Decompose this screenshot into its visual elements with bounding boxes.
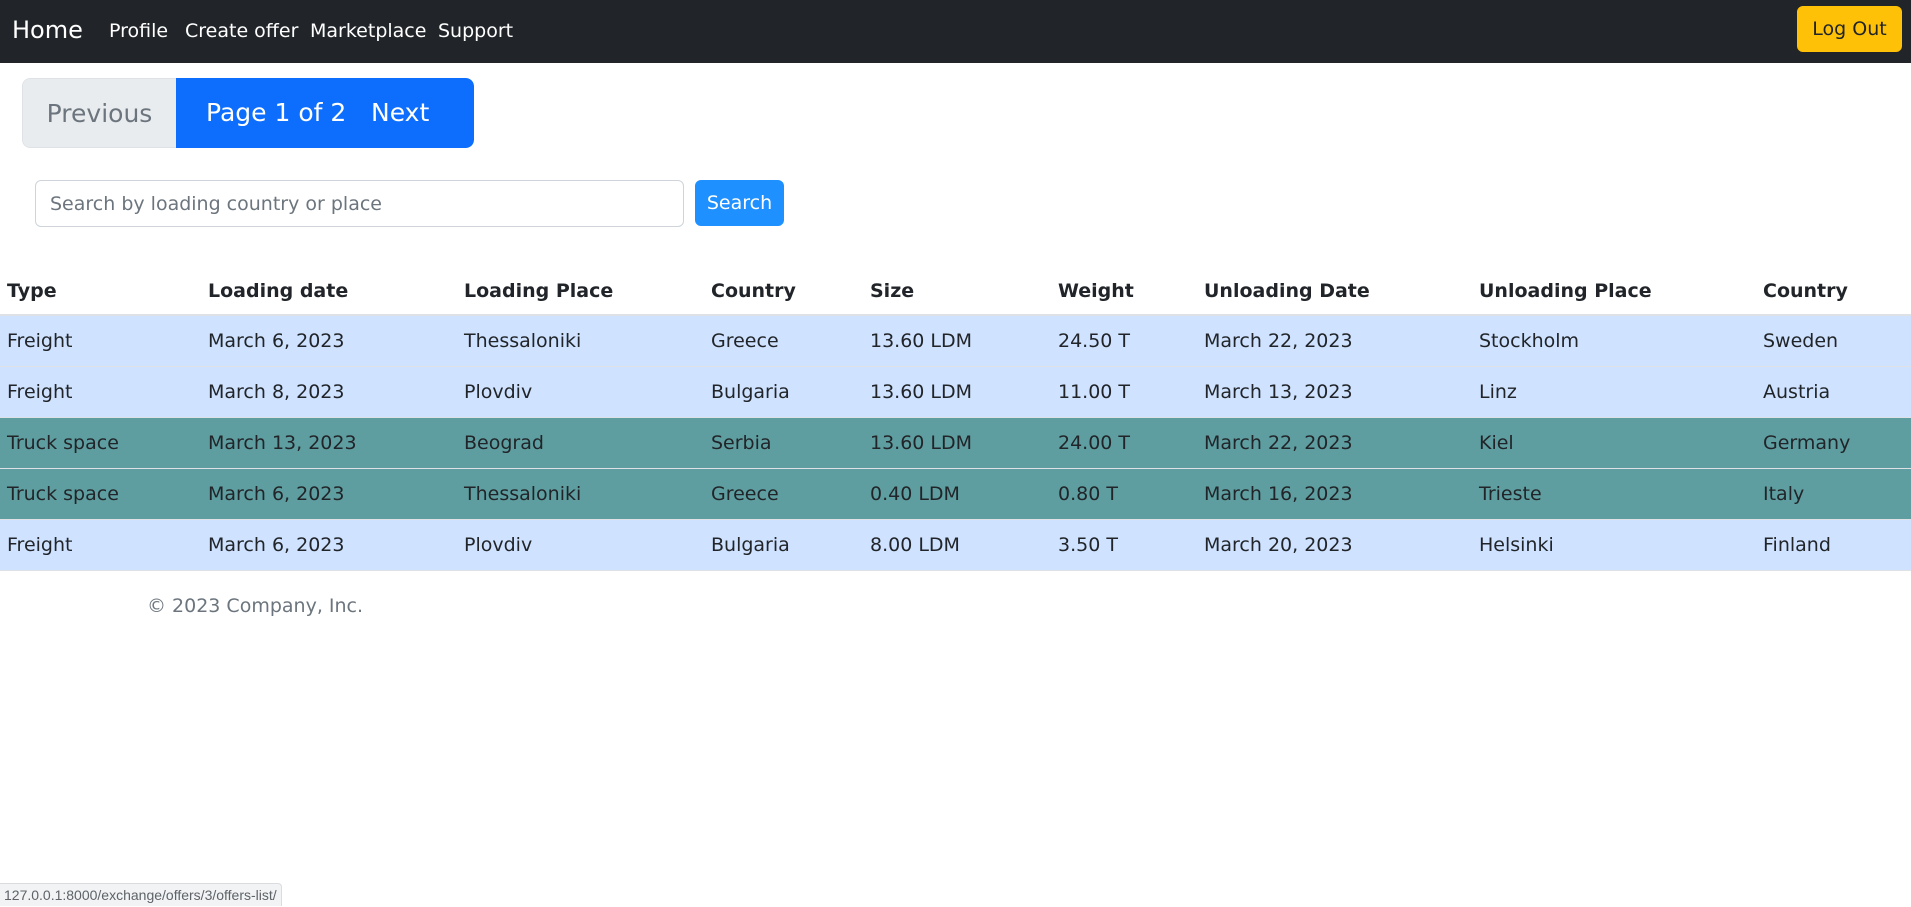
cell-unloading-date: March 22, 2023 — [1204, 330, 1353, 352]
cell-size: 8.00 LDM — [870, 534, 960, 556]
cell-unloading-country: Austria — [1763, 381, 1831, 403]
table-row[interactable]: Truck space March 6, 2023 Thessaloniki G… — [0, 469, 1911, 520]
cell-unloading-country: Germany — [1763, 432, 1851, 454]
cell-type: Freight — [7, 381, 73, 403]
cell-loading-date: March 6, 2023 — [208, 330, 345, 352]
page-indicator: Page 1 of 2 — [206, 98, 347, 127]
cell-loading-place: Thessaloniki — [464, 330, 582, 352]
search-input[interactable] — [35, 180, 684, 227]
navbar: Home Profile Create offer Marketplace Su… — [0, 0, 1911, 63]
cell-unloading-country: Sweden — [1763, 330, 1839, 352]
header-loading-place: Loading Place — [464, 280, 614, 302]
cell-weight: 0.80 T — [1058, 483, 1118, 505]
cell-weight: 24.00 T — [1058, 432, 1131, 454]
header-loading-country: Country — [711, 280, 796, 302]
cell-unloading-date: March 20, 2023 — [1204, 534, 1353, 556]
status-bar-url: 127.0.0.1:8000/exchange/offers/3/offers-… — [0, 883, 282, 906]
header-type: Type — [7, 280, 57, 302]
cell-loading-country: Bulgaria — [711, 534, 790, 556]
nav-support-link[interactable]: Support — [438, 18, 513, 44]
cell-loading-date: March 13, 2023 — [208, 432, 357, 454]
nav-home-link[interactable]: Home — [12, 14, 83, 46]
header-unloading-date: Unloading Date — [1204, 280, 1370, 302]
cell-unloading-country: Italy — [1763, 483, 1805, 505]
cell-type: Freight — [7, 330, 73, 352]
cell-loading-place: Beograd — [464, 432, 544, 454]
header-weight: Weight — [1058, 280, 1134, 302]
nav-profile-link[interactable]: Profile — [109, 18, 168, 44]
table-row[interactable]: Truck space March 13, 2023 Beograd Serbi… — [0, 418, 1911, 469]
cell-weight: 3.50 T — [1058, 534, 1118, 556]
header-size: Size — [870, 280, 915, 302]
table-header-row: Type Loading date Loading Place Country … — [0, 264, 1911, 316]
cell-weight: 11.00 T — [1058, 381, 1131, 403]
next-page-button[interactable]: Next — [371, 78, 429, 148]
cell-type: Truck space — [7, 483, 119, 505]
cell-unloading-place: Kiel — [1479, 432, 1514, 454]
nav-create-offer-link[interactable]: Create offer — [185, 18, 298, 44]
cell-weight: 24.50 T — [1058, 330, 1131, 352]
cell-unloading-date: March 22, 2023 — [1204, 432, 1353, 454]
cell-loading-date: March 8, 2023 — [208, 381, 345, 403]
footer-copyright: © 2023 Company, Inc. — [147, 595, 364, 617]
cell-unloading-date: March 16, 2023 — [1204, 483, 1353, 505]
cell-size: 13.60 LDM — [870, 381, 973, 403]
current-page-group: Page 1 of 2 Next — [176, 78, 474, 148]
table-row[interactable]: Freight March 6, 2023 Plovdiv Bulgaria 8… — [0, 520, 1911, 571]
cell-unloading-place: Helsinki — [1479, 534, 1554, 556]
cell-loading-place: Plovdiv — [464, 534, 533, 556]
cell-type: Truck space — [7, 432, 119, 454]
cell-unloading-country: Finland — [1763, 534, 1831, 556]
nav-marketplace-link[interactable]: Marketplace — [310, 18, 426, 44]
header-loading-date: Loading date — [208, 280, 349, 302]
cell-unloading-date: March 13, 2023 — [1204, 381, 1353, 403]
cell-loading-country: Greece — [711, 330, 779, 352]
cell-unloading-place: Linz — [1479, 381, 1517, 403]
cell-unloading-place: Trieste — [1479, 483, 1542, 505]
cell-type: Freight — [7, 534, 73, 556]
cell-unloading-place: Stockholm — [1479, 330, 1580, 352]
cell-loading-country: Bulgaria — [711, 381, 790, 403]
cell-loading-place: Thessaloniki — [464, 483, 582, 505]
cell-size: 13.60 LDM — [870, 330, 973, 352]
header-unloading-place: Unloading Place — [1479, 280, 1652, 302]
previous-page-button[interactable]: Previous — [22, 78, 176, 148]
cell-loading-place: Plovdiv — [464, 381, 533, 403]
table-row[interactable]: Freight March 8, 2023 Plovdiv Bulgaria 1… — [0, 367, 1911, 418]
table-row[interactable]: Freight March 6, 2023 Thessaloniki Greec… — [0, 316, 1911, 367]
cell-size: 13.60 LDM — [870, 432, 973, 454]
cell-size: 0.40 LDM — [870, 483, 960, 505]
header-unloading-country: Country — [1763, 280, 1848, 302]
pagination: Previous Page 1 of 2 Next — [22, 78, 474, 148]
offers-table: Type Loading date Loading Place Country … — [0, 264, 1911, 571]
logout-button[interactable]: Log Out — [1797, 6, 1902, 52]
cell-loading-date: March 6, 2023 — [208, 534, 345, 556]
cell-loading-date: March 6, 2023 — [208, 483, 345, 505]
cell-loading-country: Greece — [711, 483, 779, 505]
search-button[interactable]: Search — [695, 180, 784, 226]
cell-loading-country: Serbia — [711, 432, 772, 454]
